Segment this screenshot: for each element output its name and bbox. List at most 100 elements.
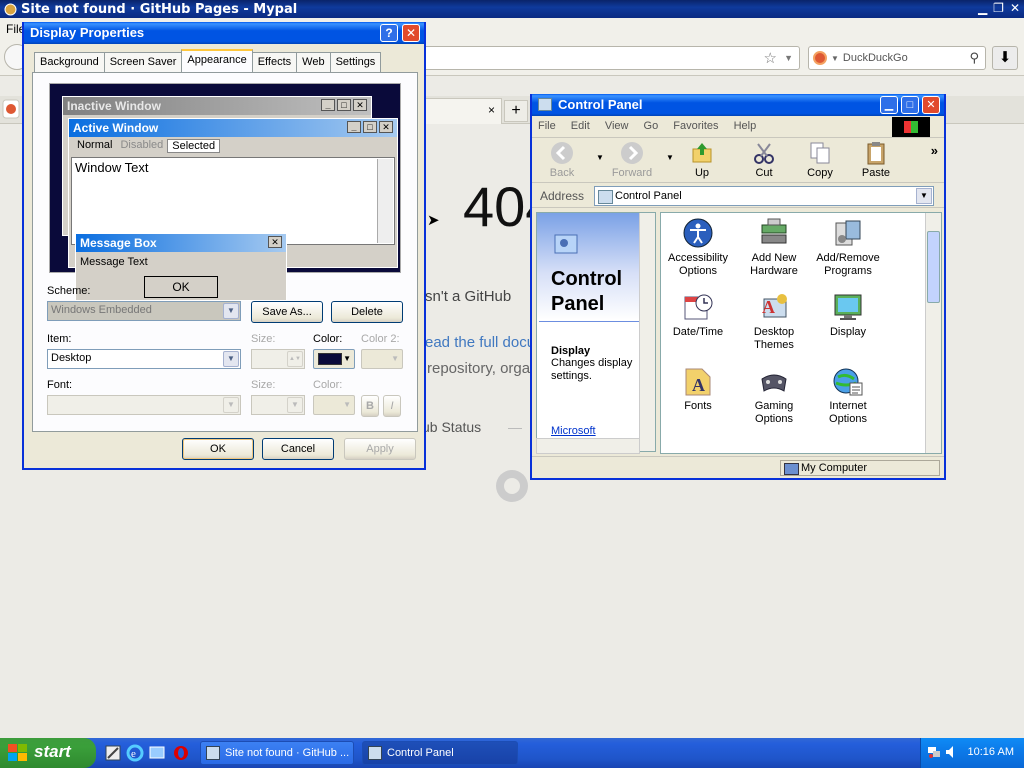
tab-screen-saver[interactable]: Screen Saver: [103, 52, 183, 72]
cp-item-display[interactable]: Display: [811, 291, 885, 339]
items-scrollbar[interactable]: [925, 213, 941, 453]
cp-item-accessibility[interactable]: Accessibility Options: [661, 217, 735, 278]
menu-disabled[interactable]: Disabled: [116, 139, 167, 153]
minimize-icon[interactable]: ▁: [880, 96, 898, 114]
chevron-down-icon[interactable]: ▼: [391, 354, 399, 363]
chevron-down-icon[interactable]: ▼: [223, 303, 239, 319]
start-button[interactable]: start: [0, 738, 96, 768]
font-size-select[interactable]: ▼: [251, 395, 305, 415]
color-picker[interactable]: ▼: [313, 349, 355, 369]
chevron-down-icon[interactable]: ▼: [666, 153, 674, 162]
save-as-button[interactable]: Save As...: [251, 301, 323, 323]
cut-button[interactable]: Cut: [740, 141, 788, 181]
ok-button[interactable]: OK: [182, 438, 254, 460]
task-browser[interactable]: Site not found · GitHub ...: [200, 741, 354, 765]
preview-ok-button[interactable]: OK: [144, 276, 218, 298]
menu-file[interactable]: File: [538, 120, 556, 132]
message-box-titlebar[interactable]: Message Box ✕: [76, 234, 286, 252]
help-icon[interactable]: ?: [380, 24, 398, 42]
minimize-icon[interactable]: ▁: [978, 1, 987, 15]
italic-button[interactable]: I: [383, 395, 401, 417]
menu-go[interactable]: Go: [644, 120, 659, 132]
message-box-preview[interactable]: Message Box ✕ Message Text OK: [75, 233, 287, 301]
tab-active[interactable]: ×: [420, 98, 502, 124]
color2-picker[interactable]: ▼: [361, 349, 403, 369]
appearance-preview[interactable]: Inactive Window _ □ ✕ Active Window _ □ ✕ No…: [49, 83, 401, 301]
menu-normal[interactable]: Normal: [73, 139, 116, 153]
duckduckgo-icon[interactable]: [813, 51, 827, 65]
forward-button[interactable]: Forward: [608, 141, 656, 181]
chevron-down-icon[interactable]: ▼: [223, 351, 239, 367]
chevron-down-icon[interactable]: ▼: [596, 153, 604, 162]
duckduckgo-icon[interactable]: [2, 99, 20, 119]
cp-item-fonts[interactable]: A Fonts: [661, 365, 735, 413]
chevron-down-icon[interactable]: ▼: [831, 54, 839, 63]
active-window-titlebar[interactable]: Active Window _ □ ✕: [69, 119, 397, 137]
size-stepper[interactable]: ▲▼: [251, 349, 305, 369]
download-button[interactable]: ⬇: [992, 46, 1018, 70]
scheme-select[interactable]: Windows Embedded ▼: [47, 301, 241, 321]
apply-button[interactable]: Apply: [344, 438, 416, 460]
cancel-button[interactable]: Cancel: [262, 438, 334, 460]
sidebar-hscrollbar[interactable]: [536, 438, 640, 454]
menu-selected[interactable]: Selected: [167, 139, 221, 153]
tab-settings[interactable]: Settings: [329, 52, 382, 72]
item-select[interactable]: Desktop ▼: [47, 349, 241, 369]
toolbar-more-icon[interactable]: »: [931, 143, 938, 158]
url-bar[interactable]: ☆ ▼: [420, 46, 800, 70]
active-window-preview[interactable]: Active Window _ □ ✕ Normal Disabled Select…: [68, 118, 398, 301]
chevron-down-icon[interactable]: ▼: [287, 397, 303, 413]
search-bar[interactable]: ▼ DuckDuckGo ⚲: [808, 46, 986, 70]
close-icon[interactable]: ✕: [402, 24, 420, 42]
network-icon[interactable]: [927, 745, 941, 759]
github-icon[interactable]: [496, 470, 528, 502]
tab-close-icon[interactable]: ×: [488, 103, 495, 117]
tab-background[interactable]: Background: [34, 52, 105, 72]
bold-button[interactable]: B: [361, 395, 379, 417]
cp-item-desktop-themes[interactable]: A Desktop Themes: [737, 291, 811, 352]
status-link[interactable]: ub Status: [422, 419, 481, 435]
address-input[interactable]: Control Panel ▼: [594, 186, 934, 206]
restore-icon[interactable]: ❐: [993, 1, 1004, 15]
menu-help[interactable]: Help: [734, 120, 757, 132]
scrollbar-thumb[interactable]: [927, 231, 940, 303]
paste-button[interactable]: Paste: [852, 141, 900, 181]
window-text-preview[interactable]: Window Text: [71, 157, 395, 245]
chevron-down-icon[interactable]: ▼: [784, 53, 793, 63]
new-tab-button[interactable]: +: [504, 100, 528, 122]
volume-icon[interactable]: [945, 745, 959, 759]
tab-web[interactable]: Web: [296, 52, 331, 72]
bookmark-star-icon[interactable]: ☆: [764, 49, 777, 67]
sidebar-scrollbar[interactable]: [639, 213, 655, 451]
menu-favorites[interactable]: Favorites: [673, 120, 718, 132]
copy-button[interactable]: Copy: [796, 141, 844, 181]
search-icon[interactable]: ⚲: [969, 50, 979, 66]
cp-item-gaming-options[interactable]: Gaming Options: [737, 365, 811, 426]
task-control-panel[interactable]: Control Panel: [362, 741, 518, 765]
tab-effects[interactable]: Effects: [251, 52, 298, 72]
cp-item-date-time[interactable]: Date/Time: [661, 291, 735, 339]
chevron-down-icon[interactable]: ▼: [343, 354, 351, 363]
cp-item-add-hardware[interactable]: Add New Hardware: [737, 217, 811, 278]
chevron-down-icon[interactable]: ▼: [343, 400, 351, 409]
inactive-window-titlebar[interactable]: Inactive Window _ □ ✕: [63, 97, 371, 115]
preview-scrollbar[interactable]: [377, 159, 393, 243]
docs-link[interactable]: ead the full docu: [425, 334, 535, 351]
cp-item-add-remove-programs[interactable]: Add/Remove Programs: [811, 217, 885, 278]
show-desktop-icon[interactable]: [148, 744, 166, 762]
tab-appearance[interactable]: Appearance: [181, 49, 253, 72]
back-button[interactable]: Back: [538, 141, 586, 181]
close-icon[interactable]: ✕: [1010, 1, 1020, 15]
font-color-picker[interactable]: ▼: [313, 395, 355, 415]
stepper-icon[interactable]: ▲▼: [287, 351, 303, 367]
chevron-down-icon[interactable]: ▼: [223, 397, 239, 413]
opera-icon[interactable]: [172, 744, 190, 762]
menu-edit[interactable]: Edit: [571, 120, 590, 132]
quicklaunch-tools-icon[interactable]: [104, 744, 122, 762]
menu-view[interactable]: View: [605, 120, 629, 132]
cp-item-internet-options[interactable]: Internet Options: [811, 365, 885, 426]
clock[interactable]: 10:16 AM: [968, 746, 1014, 758]
font-select[interactable]: ▼: [47, 395, 241, 415]
chevron-down-icon[interactable]: ▼: [916, 188, 932, 204]
internet-explorer-icon[interactable]: e: [126, 744, 144, 762]
